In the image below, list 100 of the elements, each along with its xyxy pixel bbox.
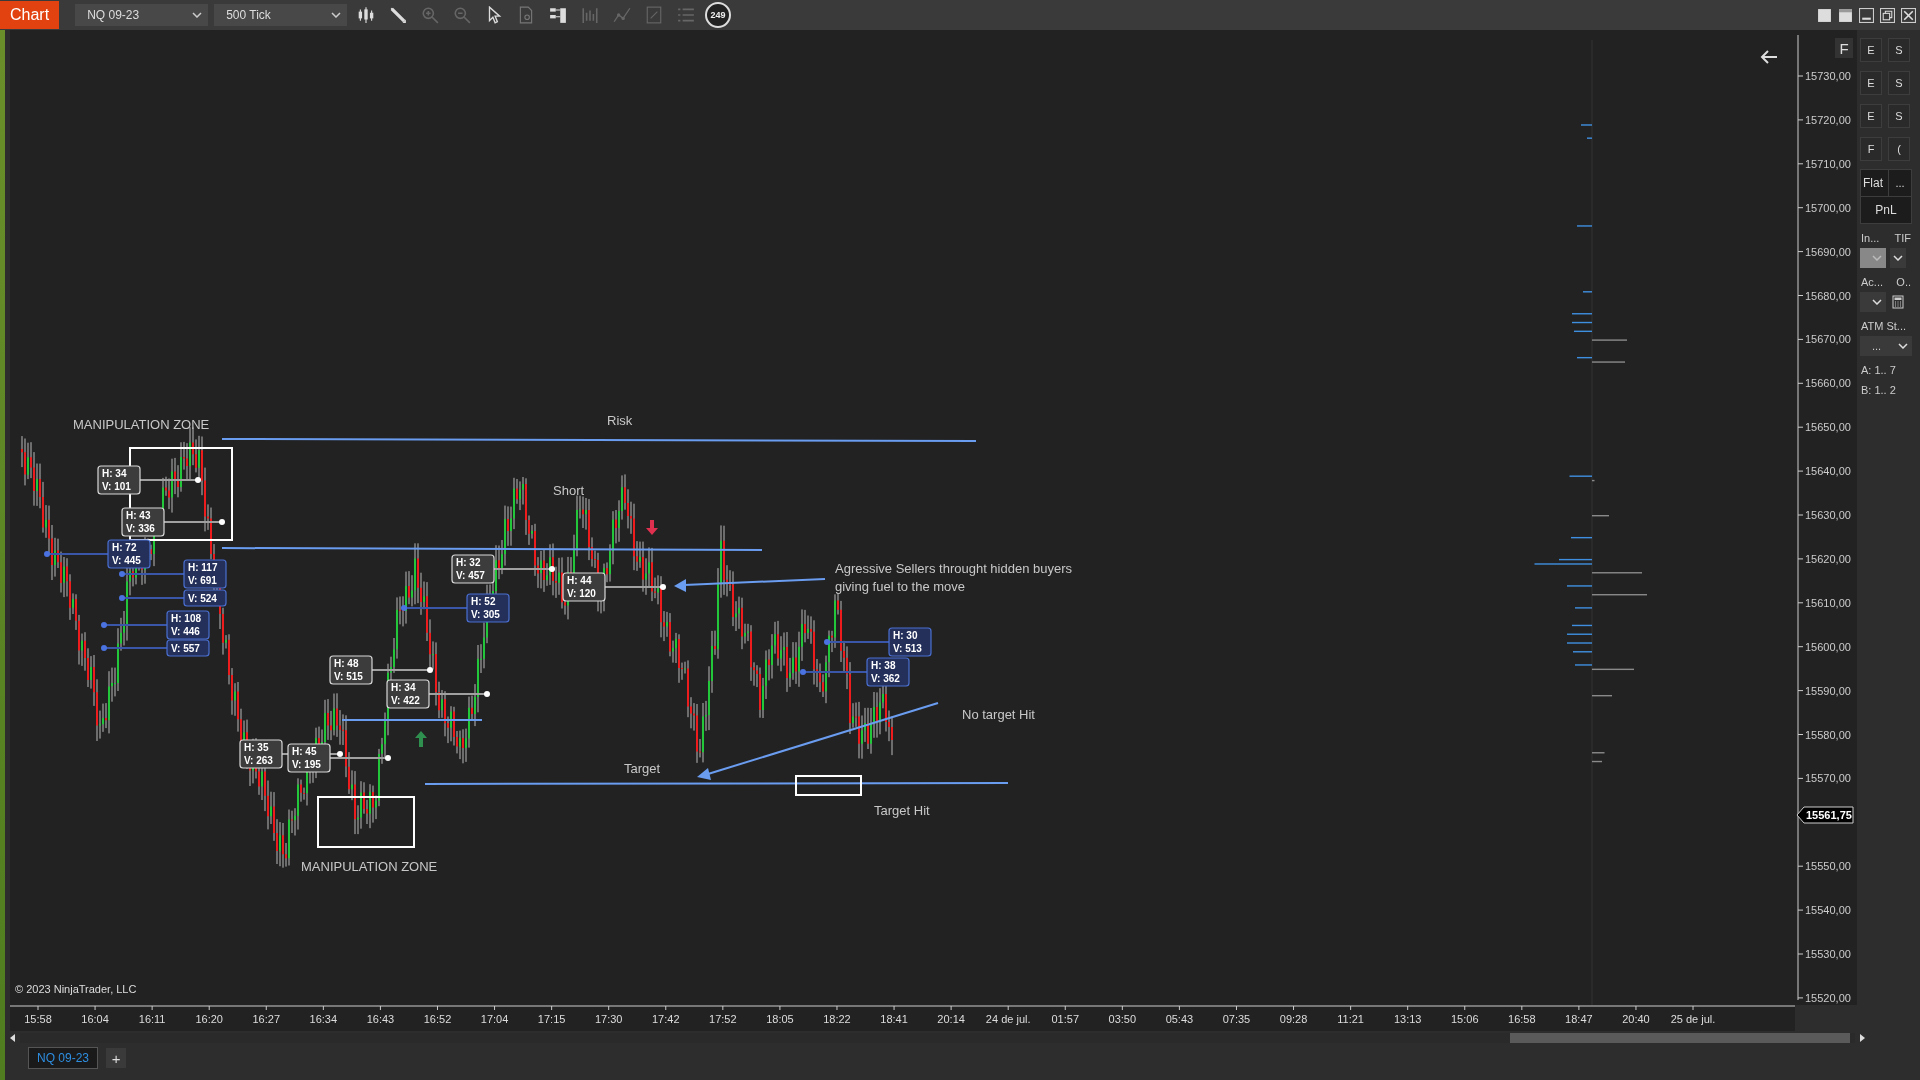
back-arrow-icon[interactable] [1760,50,1778,64]
leader-line [44,551,109,557]
tile-icon[interactable] [1838,7,1853,23]
caret-icon [1872,299,1882,305]
order-button[interactable]: E [1860,71,1882,95]
price-label: 15660,00 [1805,377,1851,390]
down-arrow-icon [646,520,658,535]
order-button[interactable]: S [1888,104,1910,128]
order-button[interactable]: S [1888,38,1910,62]
bar-count-button[interactable]: 249 [705,2,732,28]
time-label: 17:04 [480,1013,509,1025]
annotation-text: Risk [607,413,633,428]
price-label: 15610,00 [1805,596,1851,609]
tif-dropdown[interactable] [1890,248,1906,268]
time-label: 17:30 [594,1013,623,1025]
time-label: 16:04 [81,1013,109,1025]
volume-label: H: 30 V: 513 [888,627,932,657]
price-label: 15680,00 [1805,289,1851,302]
bid-text: B: 1.. 2 [1861,384,1896,396]
annotation-text: MANIPULATION ZONE [73,417,210,432]
leader-line [163,519,225,525]
interval-dropdown[interactable]: 500 Tick [214,4,348,26]
pnl-button[interactable]: PnL [1861,196,1911,223]
volume-label: H: 45 V: 195 [287,743,331,773]
leader-line [401,605,468,611]
volume-label: H: 38 V: 362 [866,657,910,687]
annotation-text: Agressive Sellers throught hidden buyers giving fuel to the move [835,561,1073,594]
field-label: O.. [1896,276,1911,288]
close-icon[interactable] [1901,7,1916,23]
volume-label: H: 108 V: 446 [166,610,210,640]
scroll-right-icon[interactable] [1859,1034,1865,1042]
position-text: Flat [1861,170,1889,196]
order-button[interactable]: F [1860,137,1882,161]
caret-icon [1893,255,1903,261]
field-label: Ac... [1861,276,1883,288]
time-label: 05:43 [1165,1013,1194,1025]
volume-label: H: 34 V: 101 [97,465,141,495]
annotation-text: Target [624,761,661,776]
more-button[interactable]: ... [1889,170,1911,196]
order-button[interactable]: S [1888,71,1910,95]
chart-tab[interactable]: NQ 09-23 [28,1047,99,1069]
scale-button[interactable]: F [1835,38,1853,58]
time-label: 18:05 [766,1013,794,1025]
time-label: 24 de jul. [985,1013,1031,1025]
add-tab-button[interactable]: + [106,1048,127,1068]
scrollbar-thumb[interactable] [1510,1033,1850,1043]
time-label: 15:58 [24,1013,52,1025]
instrument-dropdown[interactable]: NQ 09-23 [75,4,209,26]
price-label: 15670,00 [1805,333,1851,346]
time-label: 15:06 [1451,1013,1479,1025]
tile-icon[interactable] [1817,7,1832,23]
time-label: 16:11 [138,1013,166,1025]
price-label: 15690,00 [1805,245,1851,258]
price-label: 15640,00 [1805,465,1851,478]
leader-line [139,477,201,483]
time-label: 18:22 [823,1013,851,1025]
price-label: 15570,00 [1805,772,1851,785]
field-label: TIF [1894,232,1911,244]
calculator-icon[interactable] [1892,295,1904,309]
volume-label: V: 557 [166,639,210,657]
caret-icon [1898,343,1908,349]
scroll-left-icon[interactable] [10,1034,16,1042]
account-dropdown[interactable] [1860,292,1886,312]
annotation-text: No target Hit [962,707,1035,722]
time-label: 16:27 [252,1013,281,1025]
annotation-text: MANIPULATION ZONE [301,859,438,874]
atm-dropdown[interactable]: ... [1860,336,1912,356]
volume-label: H: 44 V: 120 [562,572,606,602]
zone-rectangle [795,775,862,796]
properties-icon[interactable] [549,6,568,24]
price-label: 15730,00 [1805,70,1851,82]
time-label: 07:35 [1222,1013,1251,1025]
field-label: ATM St... [1861,320,1907,332]
price-label: 15600,00 [1805,640,1851,653]
order-button[interactable]: ( [1888,137,1910,161]
leader-line [119,595,185,601]
price-label: 15540,00 [1805,904,1851,917]
time-label: 20:14 [937,1013,965,1025]
copyright-text: © 2023 NinjaTrader, LLC [15,983,137,995]
minimize-icon[interactable] [1859,7,1874,23]
order-button[interactable]: E [1860,38,1882,62]
field-label: In... [1861,232,1880,244]
leader-line [604,584,666,590]
leader-line [800,669,868,675]
time-label: 16:52 [423,1013,452,1025]
restore-icon[interactable] [1880,7,1895,23]
caret-icon [1872,255,1882,261]
price-label: 15520,00 [1805,991,1851,1004]
chart-button[interactable]: Chart [0,1,60,29]
leader-line [371,667,433,673]
price-label: 15710,00 [1805,157,1851,170]
pencil-icon[interactable] [389,6,408,24]
time-label: 16:43 [366,1013,395,1025]
candlestick-icon[interactable] [357,6,376,24]
volume-label: H: 48 V: 515 [329,655,373,685]
time-label: 18:47 [1565,1013,1593,1025]
time-label: 03:50 [1108,1013,1137,1025]
price-label: 15720,00 [1805,113,1851,126]
current-price-marker: 15561,75 [1796,806,1854,824]
order-button[interactable]: E [1860,104,1882,128]
